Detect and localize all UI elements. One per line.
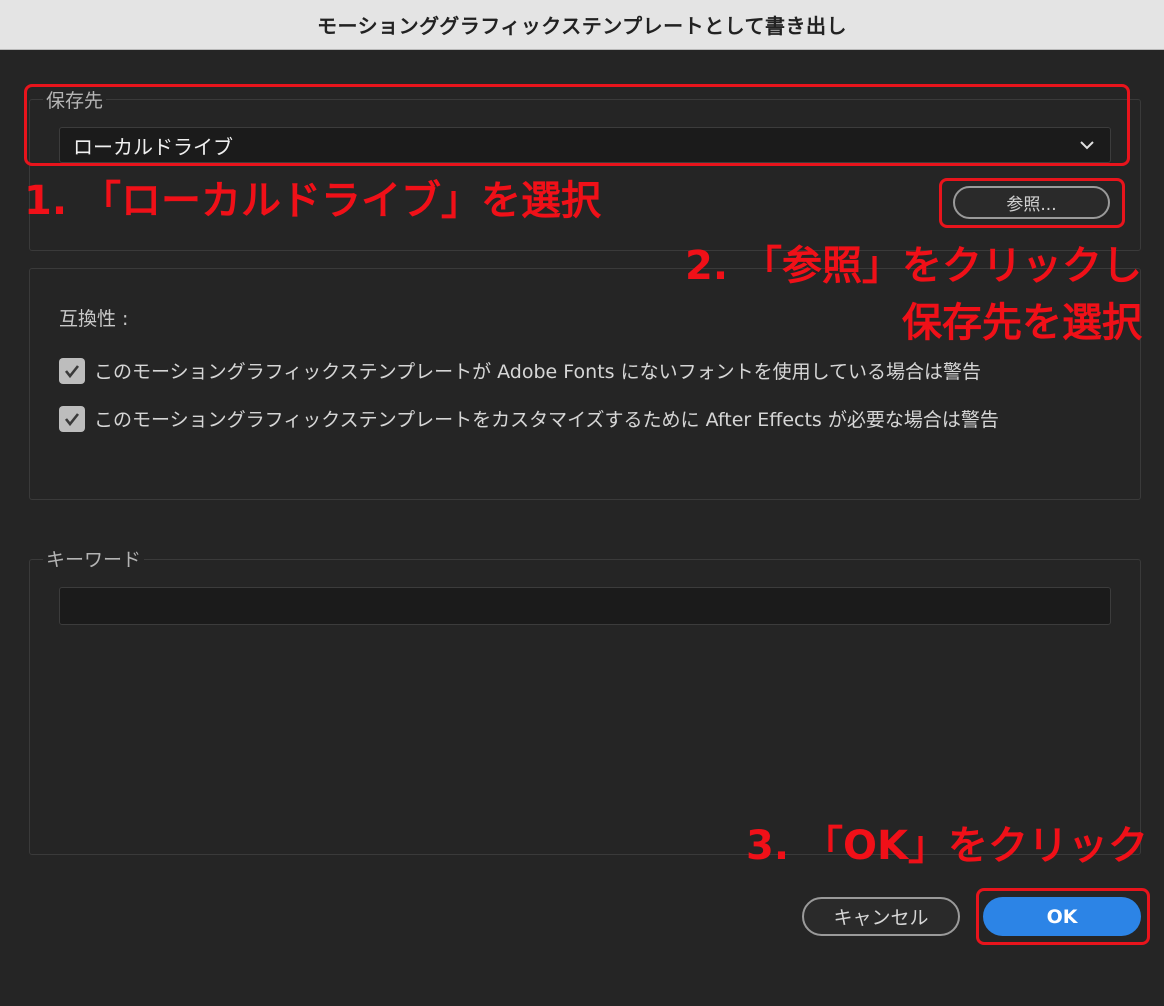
aftereffects-warning-checkbox[interactable]: [59, 405, 85, 432]
annotation-step2-line2: 保存先を選択: [902, 300, 1142, 346]
ok-highlight: [976, 888, 1150, 945]
compatibility-label: 互換性 :: [59, 308, 129, 330]
destination-highlight: [24, 84, 1130, 166]
browse-highlight: [939, 178, 1125, 228]
fonts-warning-option[interactable]: このモーショングラフィックステンプレートが Adobe Fonts にないフォン…: [59, 357, 981, 384]
dialog-title: モーションググラフィックステンプレートとして書き出し: [317, 14, 847, 38]
fonts-warning-checkbox[interactable]: [59, 357, 85, 384]
keywords-input[interactable]: [59, 587, 1111, 625]
aftereffects-warning-label: このモーショングラフィックステンプレートをカスタマイズするために After E…: [94, 409, 999, 431]
checkmark-icon: [64, 364, 80, 378]
keywords-legend: キーワード: [43, 545, 145, 572]
fonts-warning-label: このモーショングラフィックステンプレートが Adobe Fonts にないフォン…: [94, 361, 982, 383]
annotation-step3: 3. 「OK」をクリック: [746, 823, 1148, 869]
aftereffects-warning-option[interactable]: このモーショングラフィックステンプレートをカスタマイズするために After E…: [59, 405, 999, 432]
annotation-step1: 1. 「ローカルドライブ」を選択: [24, 178, 601, 224]
annotation-step2-line1: 2. 「参照」をクリックし: [685, 243, 1142, 289]
title-bar: モーションググラフィックステンプレートとして書き出し: [0, 0, 1164, 50]
cancel-button[interactable]: キャンセル: [802, 897, 960, 936]
checkmark-icon: [64, 412, 80, 426]
